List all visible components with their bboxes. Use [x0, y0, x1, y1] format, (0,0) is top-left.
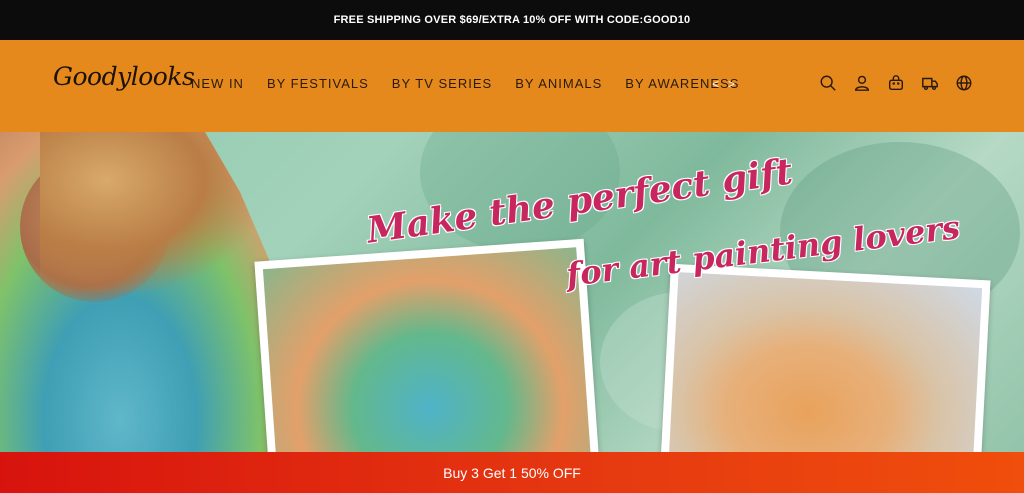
logo-text: Goodylooks	[53, 62, 195, 91]
hero-banner[interactable]: Make the perfect gift for art painting l…	[0, 132, 1024, 452]
product-photo-orange-tee	[659, 263, 991, 452]
search-icon[interactable]	[818, 73, 838, 93]
nav-by-festivals[interactable]: BY FESTIVALS	[267, 76, 369, 91]
nav-by-animals[interactable]: BY ANIMALS	[515, 76, 602, 91]
nav-by-tv-series[interactable]: BY TV SERIES	[392, 76, 492, 91]
shipping-truck-icon[interactable]	[920, 73, 940, 93]
promo-text: Buy 3 Get 1 50% OFF	[443, 464, 581, 481]
account-icon[interactable]	[852, 73, 872, 93]
announcement-bar: FREE SHIPPING OVER $69/EXTRA 10% OFF WIT…	[0, 0, 1024, 40]
site-logo[interactable]: Goodylooks	[53, 62, 195, 91]
nav-arrows: < >	[712, 77, 735, 91]
globe-icon[interactable]	[954, 73, 974, 93]
product-photo-floral-tee	[254, 238, 600, 452]
main-nav: NEW IN BY FESTIVALS BY TV SERIES BY ANIM…	[191, 76, 762, 91]
nav-new-in[interactable]: NEW IN	[191, 76, 244, 91]
promo-bar[interactable]: Buy 3 Get 1 50% OFF	[0, 452, 1024, 493]
cart-icon[interactable]	[886, 73, 906, 93]
header-icons	[818, 73, 974, 93]
nav-next-arrow[interactable]: >	[728, 77, 735, 91]
announcement-text: FREE SHIPPING OVER $69/EXTRA 10% OFF WIT…	[333, 14, 691, 26]
site-header: Goodylooks NEW IN BY FESTIVALS BY TV SER…	[0, 40, 1024, 132]
nav-prev-arrow[interactable]: <	[712, 77, 719, 91]
hero-model-image	[0, 132, 300, 452]
